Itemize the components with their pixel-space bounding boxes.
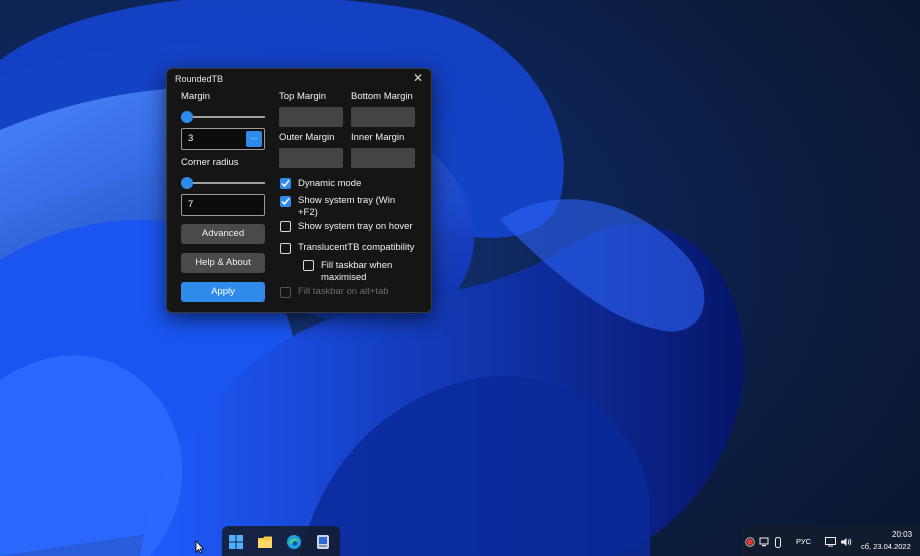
bottom-margin-label: Bottom Margin <box>351 91 413 102</box>
margin-more-button[interactable]: ... <box>246 131 262 147</box>
fill-alt-tab-checkbox[interactable] <box>280 287 291 298</box>
corner-radius-label: Corner radius <box>181 157 239 168</box>
system-tray: РУС 20:03 сб, 23.04.2022 <box>741 526 920 556</box>
margin-slider[interactable] <box>181 111 265 123</box>
outer-margin-label: Outer Margin <box>279 132 335 143</box>
show-tray-hover-label: Show system tray on hover <box>298 221 413 232</box>
margin-value: 3 <box>188 133 194 144</box>
clock-date[interactable]: сб, 23.04.2022 <box>861 542 911 551</box>
language-indicator[interactable]: РУС <box>796 537 811 546</box>
inner-margin-input[interactable] <box>351 148 415 168</box>
checkmark-icon <box>281 180 290 188</box>
dynamic-mode-label: Dynamic mode <box>298 178 362 189</box>
corner-radius-value: 7 <box>188 199 194 210</box>
top-margin-input[interactable] <box>279 107 343 127</box>
checkmark-icon <box>281 198 290 206</box>
fill-maximised-checkbox[interactable] <box>303 260 314 271</box>
fill-maximised-label-line2: maximised <box>321 272 367 283</box>
volume-icon[interactable] <box>840 537 852 547</box>
show-system-tray-label-line1: Show system tray (Win <box>298 195 396 206</box>
roundedtb-window: RoundedTB ✕ Margin 3 ... Corner radius 7… <box>166 68 432 313</box>
usb-icon[interactable] <box>774 537 782 548</box>
show-system-tray-label-line2: +F2) <box>298 207 318 218</box>
outer-margin-input[interactable] <box>279 148 343 168</box>
desktop: RoundedTB ✕ Margin 3 ... Corner radius 7… <box>0 0 920 556</box>
top-margin-label: Top Margin <box>279 91 326 102</box>
margin-label: Margin <box>181 91 211 102</box>
show-system-tray-checkbox[interactable] <box>280 196 291 207</box>
corner-radius-input[interactable]: 7 <box>181 194 265 216</box>
record-icon[interactable] <box>745 537 755 547</box>
edge-icon[interactable] <box>286 534 302 550</box>
slider-thumb[interactable] <box>181 111 193 123</box>
file-explorer-icon[interactable] <box>257 534 273 550</box>
dynamic-mode-checkbox[interactable] <box>280 178 291 189</box>
window-title: RoundedTB <box>175 74 224 84</box>
roundedtb-app-icon[interactable] <box>315 534 331 550</box>
show-tray-hover-checkbox[interactable] <box>280 221 291 232</box>
inner-margin-label: Inner Margin <box>351 132 405 143</box>
advanced-button[interactable]: Advanced <box>181 224 265 244</box>
apply-button[interactable]: Apply <box>181 282 265 302</box>
help-about-button[interactable]: Help & About <box>181 253 265 273</box>
mouse-cursor-icon <box>195 540 205 554</box>
clock-time[interactable]: 20:03 <box>892 530 912 539</box>
fill-maximised-label-line1: Fill taskbar when <box>321 260 393 271</box>
slider-thumb[interactable] <box>181 177 193 189</box>
translucenttb-label: TranslucentTB compatibility <box>298 242 415 253</box>
fill-alt-tab-label: Fill taskbar on alt+tab <box>298 286 389 297</box>
translucenttb-checkbox[interactable] <box>280 243 291 254</box>
wallpaper-bloom <box>0 0 920 556</box>
bottom-margin-input[interactable] <box>351 107 415 127</box>
close-icon[interactable]: ✕ <box>413 71 423 85</box>
taskbar <box>222 526 340 556</box>
network-icon[interactable] <box>759 537 769 547</box>
corner-radius-slider[interactable] <box>181 177 265 189</box>
display-icon[interactable] <box>825 537 836 547</box>
windows-start-icon[interactable] <box>228 534 244 550</box>
